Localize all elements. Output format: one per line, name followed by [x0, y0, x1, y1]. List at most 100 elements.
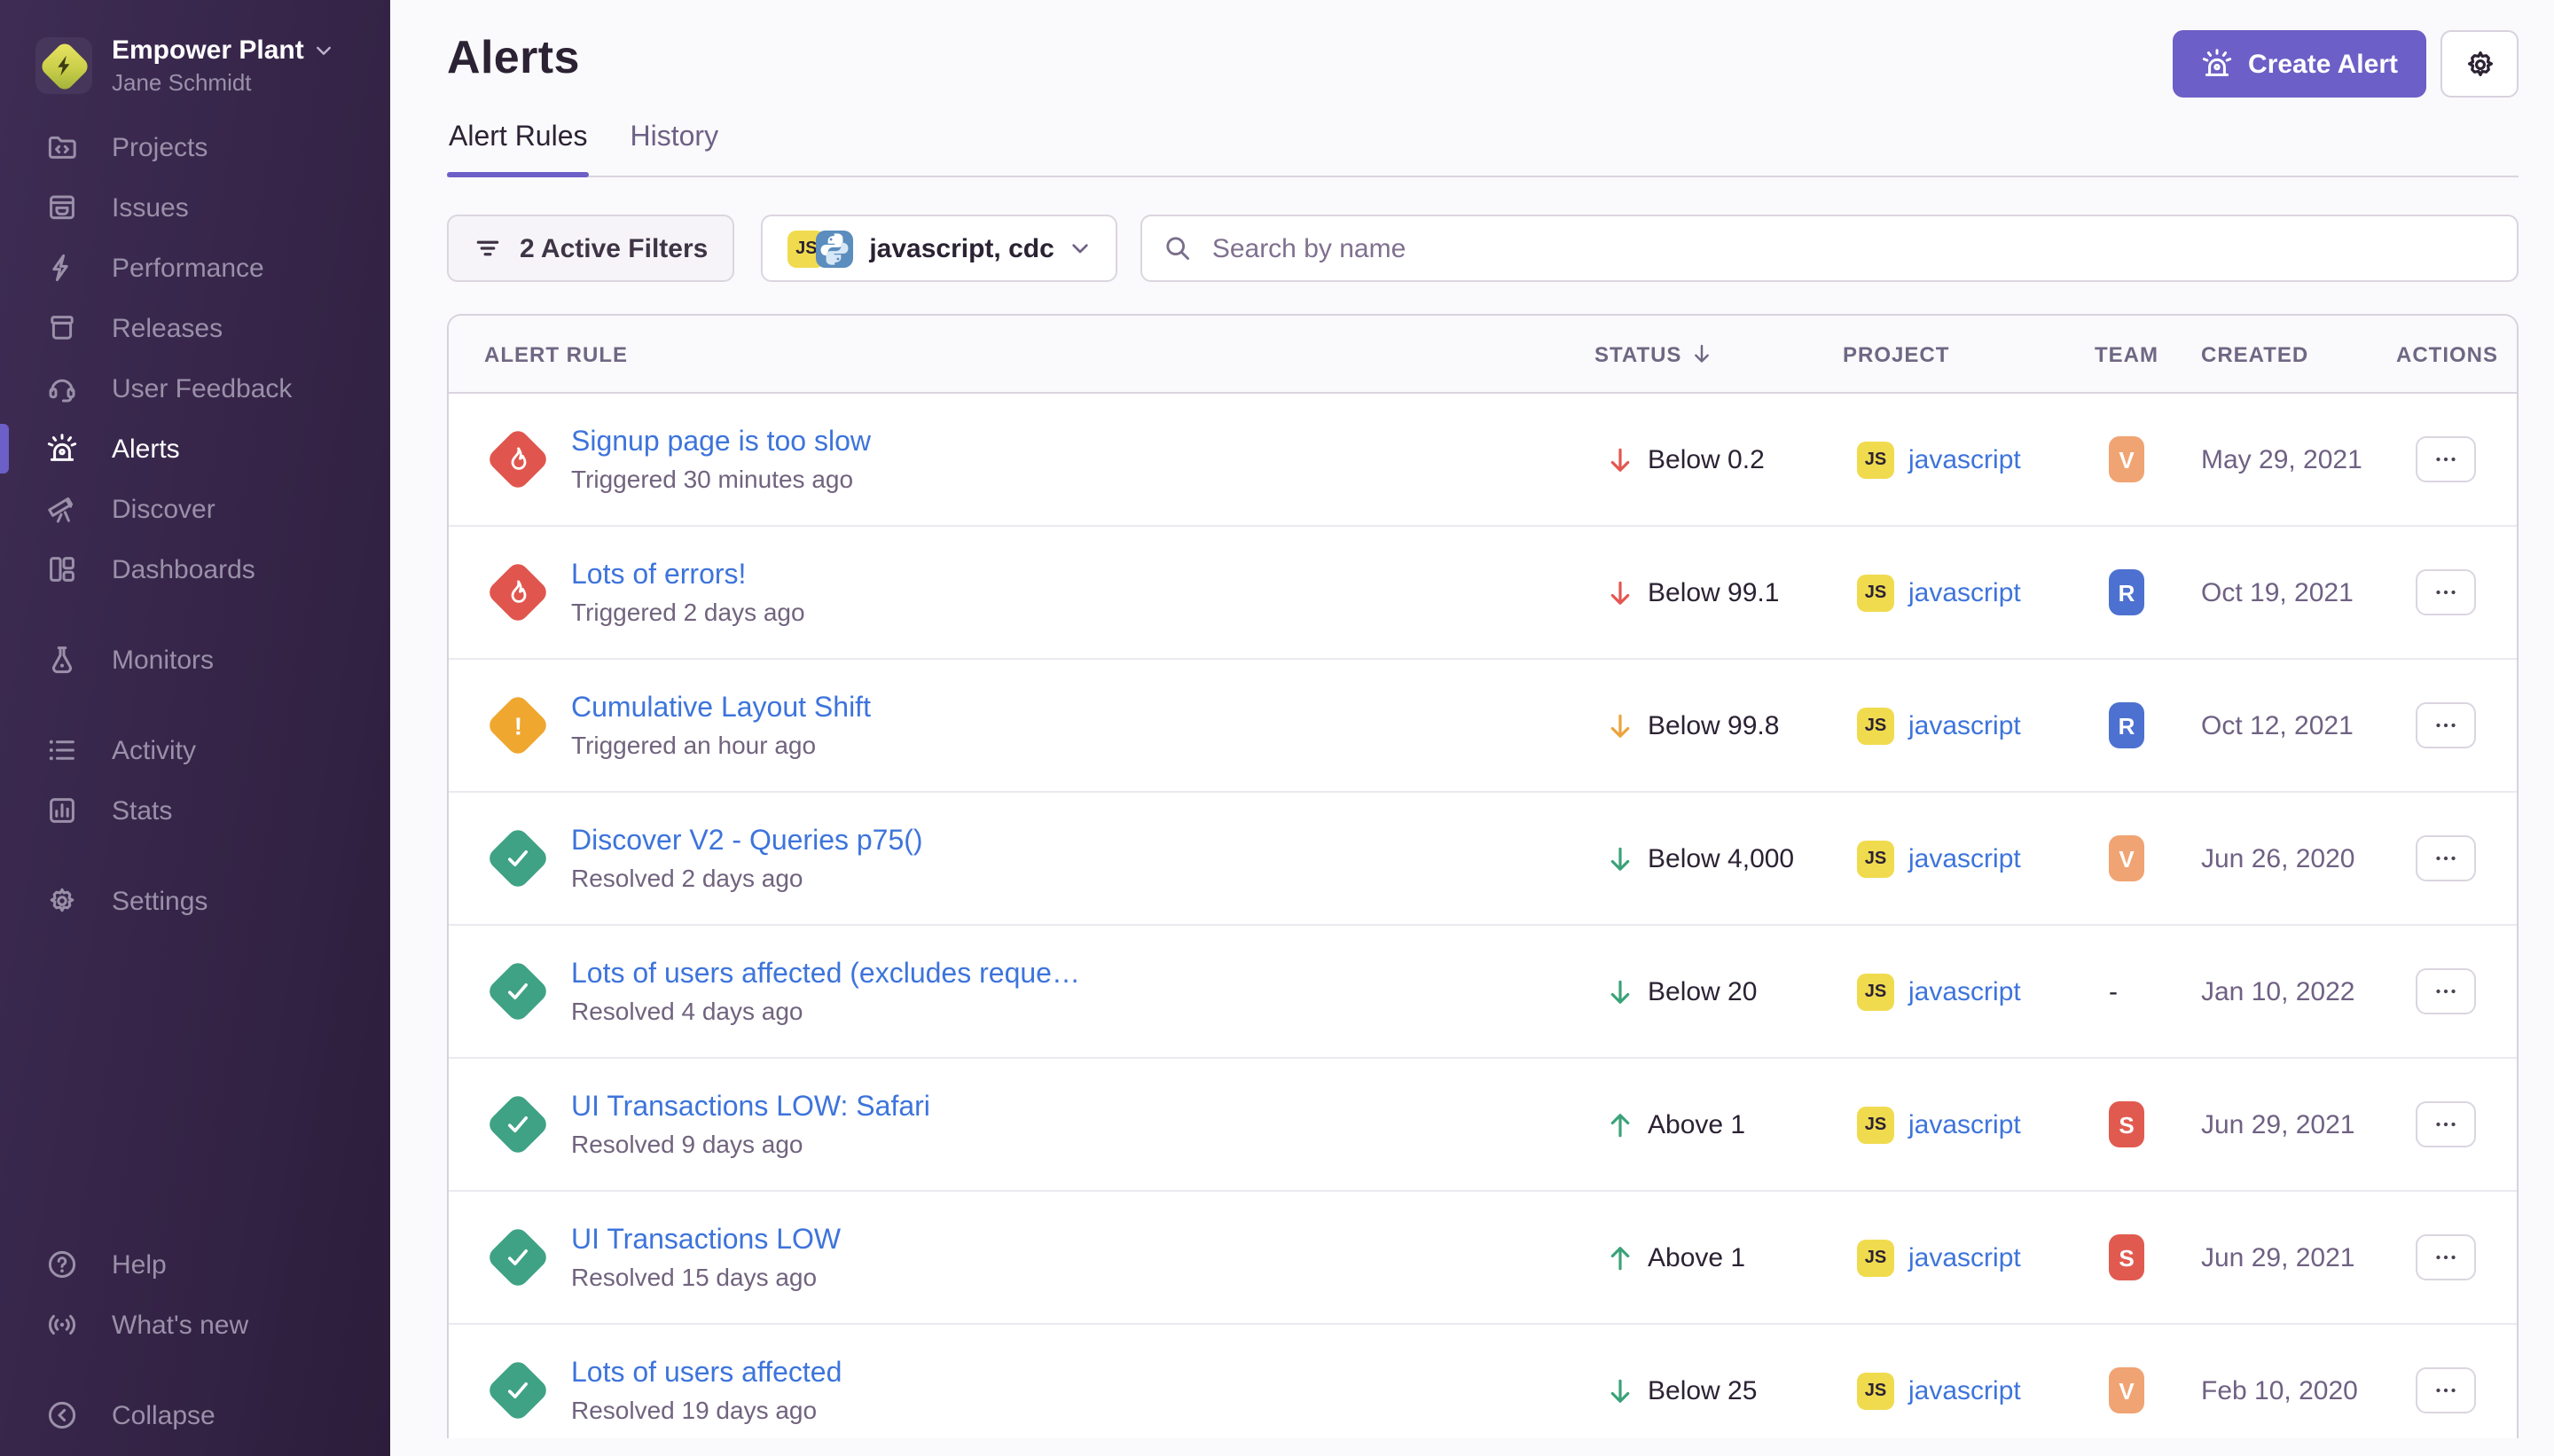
sidebar-item-label: Collapse	[112, 1400, 215, 1430]
column-header-alert-rule[interactable]: Alert Rule	[449, 341, 1594, 366]
alert-rule-link[interactable]: Cumulative Layout Shift	[571, 693, 871, 724]
status-threshold: Below 99.8	[1648, 710, 1779, 740]
team-avatar[interactable]: V	[2109, 436, 2144, 482]
project-link[interactable]: javascript	[1908, 843, 2021, 873]
created-date: Jun 26, 2020	[2201, 843, 2355, 873]
alert-rule-link[interactable]: Lots of errors!	[571, 560, 805, 591]
javascript-platform-icon: JS	[1857, 574, 1894, 611]
project-link[interactable]: javascript	[1908, 710, 2021, 740]
project-filter-value: javascript, cdc	[869, 233, 1054, 263]
org-name: Empower Plant	[112, 35, 304, 66]
sidebar-footer: Help What's new Collapse	[0, 1234, 390, 1445]
alert-rule-link[interactable]: Signup page is too slow	[571, 427, 871, 458]
row-actions-button[interactable]	[2416, 1101, 2476, 1147]
alert-rule-link[interactable]: UI Transactions LOW: Safari	[571, 1092, 930, 1123]
sidebar-item-alerts[interactable]: Alerts	[0, 419, 390, 479]
sidebar-nav: Projects Issues Performance Releases Use…	[0, 117, 390, 931]
team-avatar[interactable]: S	[2109, 1101, 2144, 1147]
row-actions-button[interactable]	[2416, 702, 2476, 748]
team-avatar[interactable]: S	[2109, 1234, 2144, 1280]
created-date: Jun 29, 2021	[2201, 1109, 2355, 1139]
page-header: Alerts Create Alert	[447, 0, 2519, 98]
ellipsis-icon	[2432, 1110, 2460, 1139]
tab-history[interactable]: History	[629, 122, 721, 176]
gear-icon	[2463, 47, 2496, 81]
table-row: Lots of errors! Triggered 2 days ago Bel…	[449, 527, 2517, 660]
project-link[interactable]: javascript	[1908, 976, 2021, 1006]
help-icon	[46, 1249, 78, 1280]
flask-icon	[46, 644, 78, 676]
active-filters-button[interactable]: 2 Active Filters	[447, 215, 734, 282]
ellipsis-icon	[2432, 1243, 2460, 1272]
column-header-team[interactable]: Team	[2095, 341, 2201, 366]
row-actions-button[interactable]	[2416, 569, 2476, 615]
siren-icon	[2200, 48, 2232, 80]
tab-bar: Alert Rules History	[447, 122, 2519, 177]
status-threshold: Above 1	[1648, 1242, 1745, 1272]
alerts-settings-button[interactable]	[2440, 30, 2519, 98]
org-switcher[interactable]: Empower Plant Jane Schmidt	[0, 35, 390, 96]
sidebar-item-releases[interactable]: Releases	[0, 298, 390, 358]
ellipsis-icon	[2432, 1376, 2460, 1405]
check-icon	[504, 844, 532, 873]
sidebar-item-stats[interactable]: Stats	[0, 780, 390, 841]
sidebar-item-collapse[interactable]: Collapse	[0, 1385, 390, 1445]
column-header-created[interactable]: Created	[2201, 341, 2396, 366]
lightning-bolt-icon	[35, 37, 92, 94]
row-actions-button[interactable]	[2416, 436, 2476, 482]
sidebar-item-help[interactable]: Help	[0, 1234, 390, 1295]
team-avatar[interactable]: V	[2109, 1367, 2144, 1413]
status-threshold: Above 1	[1648, 1109, 1745, 1139]
sidebar-item-projects[interactable]: Projects	[0, 117, 390, 177]
sidebar-item-label: Issues	[112, 192, 189, 223]
sidebar-item-label: Help	[112, 1249, 167, 1280]
table-row: Discover V2 - Queries p75() Resolved 2 d…	[449, 793, 2517, 926]
alert-rule-link[interactable]: Lots of users affected (excludes reque…	[571, 959, 1080, 990]
chevron-down-icon	[1070, 238, 1092, 259]
alert-rule-detail: Triggered 2 days ago	[571, 597, 805, 625]
search-input[interactable]	[1209, 231, 2495, 265]
sidebar-item-user-feedback[interactable]: User Feedback	[0, 358, 390, 419]
alert-status-diamond-warning: !	[484, 692, 552, 759]
project-link[interactable]: javascript	[1908, 577, 2021, 607]
sidebar-item-monitors[interactable]: Monitors	[0, 630, 390, 690]
alert-rule-link[interactable]: Discover V2 - Queries p75()	[571, 826, 923, 857]
trend-up-icon	[1605, 1109, 1635, 1139]
project-link[interactable]: javascript	[1908, 1109, 2021, 1139]
sidebar-item-label: Discover	[112, 494, 215, 524]
javascript-platform-icon: JS	[1857, 1239, 1894, 1276]
alert-rule-detail: Triggered 30 minutes ago	[571, 464, 871, 492]
team-avatar[interactable]: V	[2109, 835, 2144, 881]
row-actions-button[interactable]	[2416, 1367, 2476, 1413]
team-avatar[interactable]: R	[2109, 702, 2144, 748]
project-link[interactable]: javascript	[1908, 1242, 2021, 1272]
ellipsis-icon	[2432, 844, 2460, 873]
sidebar-item-performance[interactable]: Performance	[0, 238, 390, 298]
alert-rule-link[interactable]: UI Transactions LOW	[571, 1225, 841, 1256]
tab-alert-rules[interactable]: Alert Rules	[447, 122, 590, 176]
javascript-platform-icon: JS	[1857, 973, 1894, 1010]
create-alert-button[interactable]: Create Alert	[2172, 30, 2426, 98]
sidebar-item-whats-new[interactable]: What's new	[0, 1295, 390, 1355]
alert-rule-link[interactable]: Lots of users affected	[571, 1358, 842, 1389]
column-header-status[interactable]: Status	[1594, 341, 1843, 366]
team-avatar[interactable]: R	[2109, 569, 2144, 615]
javascript-platform-icon: JS	[1857, 840, 1894, 877]
filter-bar: 2 Active Filters JS javascript, cdc	[447, 215, 2519, 282]
project-link[interactable]: javascript	[1908, 444, 2021, 474]
sidebar-item-issues[interactable]: Issues	[0, 177, 390, 238]
sidebar-item-label: Releases	[112, 313, 223, 343]
column-header-project[interactable]: Project	[1843, 341, 2095, 366]
sidebar-item-settings[interactable]: Settings	[0, 871, 390, 931]
project-filter-dropdown[interactable]: JS javascript, cdc	[761, 215, 1117, 282]
sidebar-item-activity[interactable]: Activity	[0, 720, 390, 780]
row-actions-button[interactable]	[2416, 1234, 2476, 1280]
alert-rules-table: Alert Rule Status Project Team Created A…	[447, 314, 2519, 1438]
project-link[interactable]: javascript	[1908, 1375, 2021, 1405]
alert-rule-detail: Resolved 15 days ago	[571, 1262, 841, 1290]
fire-icon	[504, 578, 532, 607]
sidebar-item-discover[interactable]: Discover	[0, 479, 390, 539]
sidebar-item-dashboards[interactable]: Dashboards	[0, 539, 390, 599]
row-actions-button[interactable]	[2416, 968, 2476, 1014]
row-actions-button[interactable]	[2416, 835, 2476, 881]
